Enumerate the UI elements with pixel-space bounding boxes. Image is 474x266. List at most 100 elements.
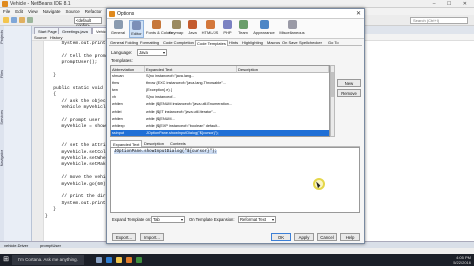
save-all-icon[interactable]: [27, 17, 33, 23]
chevron-down-icon: ▾: [180, 217, 183, 222]
tab-description[interactable]: Description: [142, 140, 166, 147]
side-tab-services[interactable]: Services: [0, 110, 4, 125]
side-tab-files[interactable]: Files: [0, 70, 4, 78]
column-header-description[interactable]: Description: [237, 66, 329, 73]
subtab-formatting[interactable]: Formatting: [139, 40, 160, 46]
table-row[interactable]: whilen while (${ENUM instanceof="java.uti…: [111, 101, 329, 108]
help-button[interactable]: Help: [340, 233, 360, 241]
windows-start-icon[interactable]: ⊞: [1, 255, 11, 265]
column-header-expanded[interactable]: Expanded Text: [145, 66, 237, 73]
new-project-icon[interactable]: [11, 17, 17, 23]
category-icon: [238, 20, 248, 29]
editor-subtabs: General Folding Formatting Code Completion C…: [109, 39, 362, 46]
ide-search-input[interactable]: Search (Ctrl+I): [410, 17, 468, 24]
category-fonts-colors[interactable]: Fonts & Colors: [146, 20, 172, 38]
editor-tab[interactable]: Start Page: [34, 27, 61, 34]
cell-exp: S{no instanceof="java.lang...: [146, 74, 195, 78]
ide-window-controls[interactable]: – ☐ ✕: [433, 1, 472, 7]
category-editor[interactable]: Editor: [129, 20, 144, 38]
explorer-icon[interactable]: [116, 257, 122, 263]
category-miscellaneous[interactable]: Miscellaneous: [278, 20, 306, 38]
templates-scrollbar[interactable]: [330, 65, 335, 137]
category-general[interactable]: General: [109, 20, 127, 38]
subtab-on-save[interactable]: On Save: [281, 40, 299, 46]
cell-abbr: whilen: [112, 102, 123, 107]
column-header-abbreviation[interactable]: Abbreviation: [111, 66, 145, 73]
open-project-icon[interactable]: [19, 17, 25, 23]
side-tab-projects[interactable]: Projects: [0, 30, 4, 44]
category-team[interactable]: Team: [236, 20, 250, 38]
table-row[interactable]: whilexp while (${EXP instanceof="boolean"…: [111, 123, 329, 130]
menu-item-file[interactable]: File: [3, 9, 10, 14]
netbeans-taskbar-icon[interactable]: [126, 257, 132, 263]
expand-on-label: Expand Template on:: [112, 217, 152, 222]
menu-item-view[interactable]: View: [28, 9, 38, 14]
subtab-highlighting[interactable]: Highlighting: [241, 40, 264, 46]
tab-expanded-text[interactable]: Expanded Text: [110, 140, 143, 147]
editor-tab[interactable]: Greetings.java: [58, 27, 92, 34]
new-button[interactable]: New: [337, 79, 361, 87]
cortana-search[interactable]: I'm Cortana. Ask me anything.: [12, 255, 84, 265]
subtab-spellchecker[interactable]: Spellchecker: [298, 40, 323, 46]
table-row[interactable]: whilei while (${IT instanceof="java.util.…: [111, 109, 329, 116]
task-view-icon[interactable]: [96, 257, 102, 263]
cancel-button[interactable]: Cancel: [317, 233, 337, 241]
table-row[interactable]: thrw throw {EXC instanceof="java.lang.Thr…: [111, 80, 329, 87]
category-label: Appearance: [253, 30, 275, 35]
category-keymap[interactable]: Keymap: [168, 20, 184, 38]
subtab-code-completion[interactable]: Code Completion: [162, 40, 195, 46]
category-icon: [287, 20, 297, 29]
expand-on-select[interactable]: Tab ▾: [151, 216, 185, 223]
subtab-hints[interactable]: Hints: [228, 40, 239, 46]
subtab-macros[interactable]: Macros: [266, 40, 281, 46]
category-java[interactable]: Java: [186, 20, 199, 38]
history-tab[interactable]: History: [50, 35, 62, 40]
subtab-code-templates[interactable]: Code Templates: [195, 40, 228, 46]
ok-button[interactable]: OK: [271, 233, 291, 241]
cell-abbr: whilexp: [112, 123, 125, 128]
scroll-thumb[interactable]: [331, 72, 334, 97]
new-file-icon[interactable]: [3, 17, 9, 23]
config-select[interactable]: <default config>: [74, 17, 102, 28]
menu-item-navigate[interactable]: Navigate: [43, 9, 61, 14]
table-row[interactable]: ssinput JOptionPane.showInputDialog("${cu…: [111, 129, 329, 136]
source-tab[interactable]: Source: [34, 35, 47, 40]
menu-item-refactor[interactable]: Refactor: [85, 9, 102, 14]
category-appearance[interactable]: Appearance: [252, 20, 276, 38]
export-button[interactable]: Export...: [112, 233, 136, 241]
side-tab-navigator[interactable]: Navigator: [0, 150, 4, 166]
subtab-folding[interactable]: Folding: [124, 40, 139, 46]
close-icon[interactable]: ✕: [356, 10, 361, 17]
subtab-general[interactable]: General: [109, 40, 125, 46]
category-html-js[interactable]: HTML/JS: [201, 20, 219, 38]
language-select[interactable]: Java ▾: [137, 49, 167, 56]
subtab-go-to[interactable]: Go To: [327, 40, 340, 46]
tab-contexts[interactable]: Contexts: [168, 140, 188, 147]
netbeans-icon: [2, 1, 8, 7]
store-icon[interactable]: [136, 257, 142, 263]
on-expansion-select[interactable]: Reformat Text ▾: [238, 216, 276, 223]
remove-button[interactable]: Remove: [337, 89, 361, 97]
table-row[interactable]: twn {Exception} e) {: [111, 87, 329, 94]
templates-label: Templates:: [111, 58, 133, 63]
cell-exp: while (${EXP instanceof="boolean" defaul…: [146, 123, 221, 128]
category-php[interactable]: PHP: [221, 20, 234, 38]
table-row[interactable]: whilen while (${ENUM...: [111, 116, 329, 123]
import-button[interactable]: Import...: [140, 233, 164, 241]
system-clock[interactable]: 4:05 PM 5/22/2016: [453, 255, 471, 265]
category-label: Java: [188, 30, 197, 35]
expand-on-value: Tab: [153, 217, 160, 222]
table-row[interactable]: vh S{no instanceof...: [111, 94, 329, 101]
apply-button[interactable]: Apply: [294, 233, 314, 241]
menu-item-edit[interactable]: Edit: [15, 9, 23, 14]
edge-icon[interactable]: [106, 257, 112, 263]
table-row[interactable]: shruan S{no instanceof="java.lang...: [111, 73, 329, 80]
cell-exp: while (${IT instanceof="java.util.Iterat…: [146, 109, 217, 114]
templates-table[interactable]: Abbreviation Expanded Text Description s…: [110, 65, 330, 137]
on-expansion-label: On Template Expansion:: [189, 217, 235, 222]
cell-abbr: twn: [112, 88, 118, 93]
on-expansion-value: Reformat Text: [240, 217, 266, 222]
options-dialog: Options ✕ General Editor Fonts & Colors Key…: [106, 8, 365, 244]
editor-right-area[interactable]: [364, 41, 474, 241]
menu-item-source[interactable]: Source: [65, 9, 79, 14]
